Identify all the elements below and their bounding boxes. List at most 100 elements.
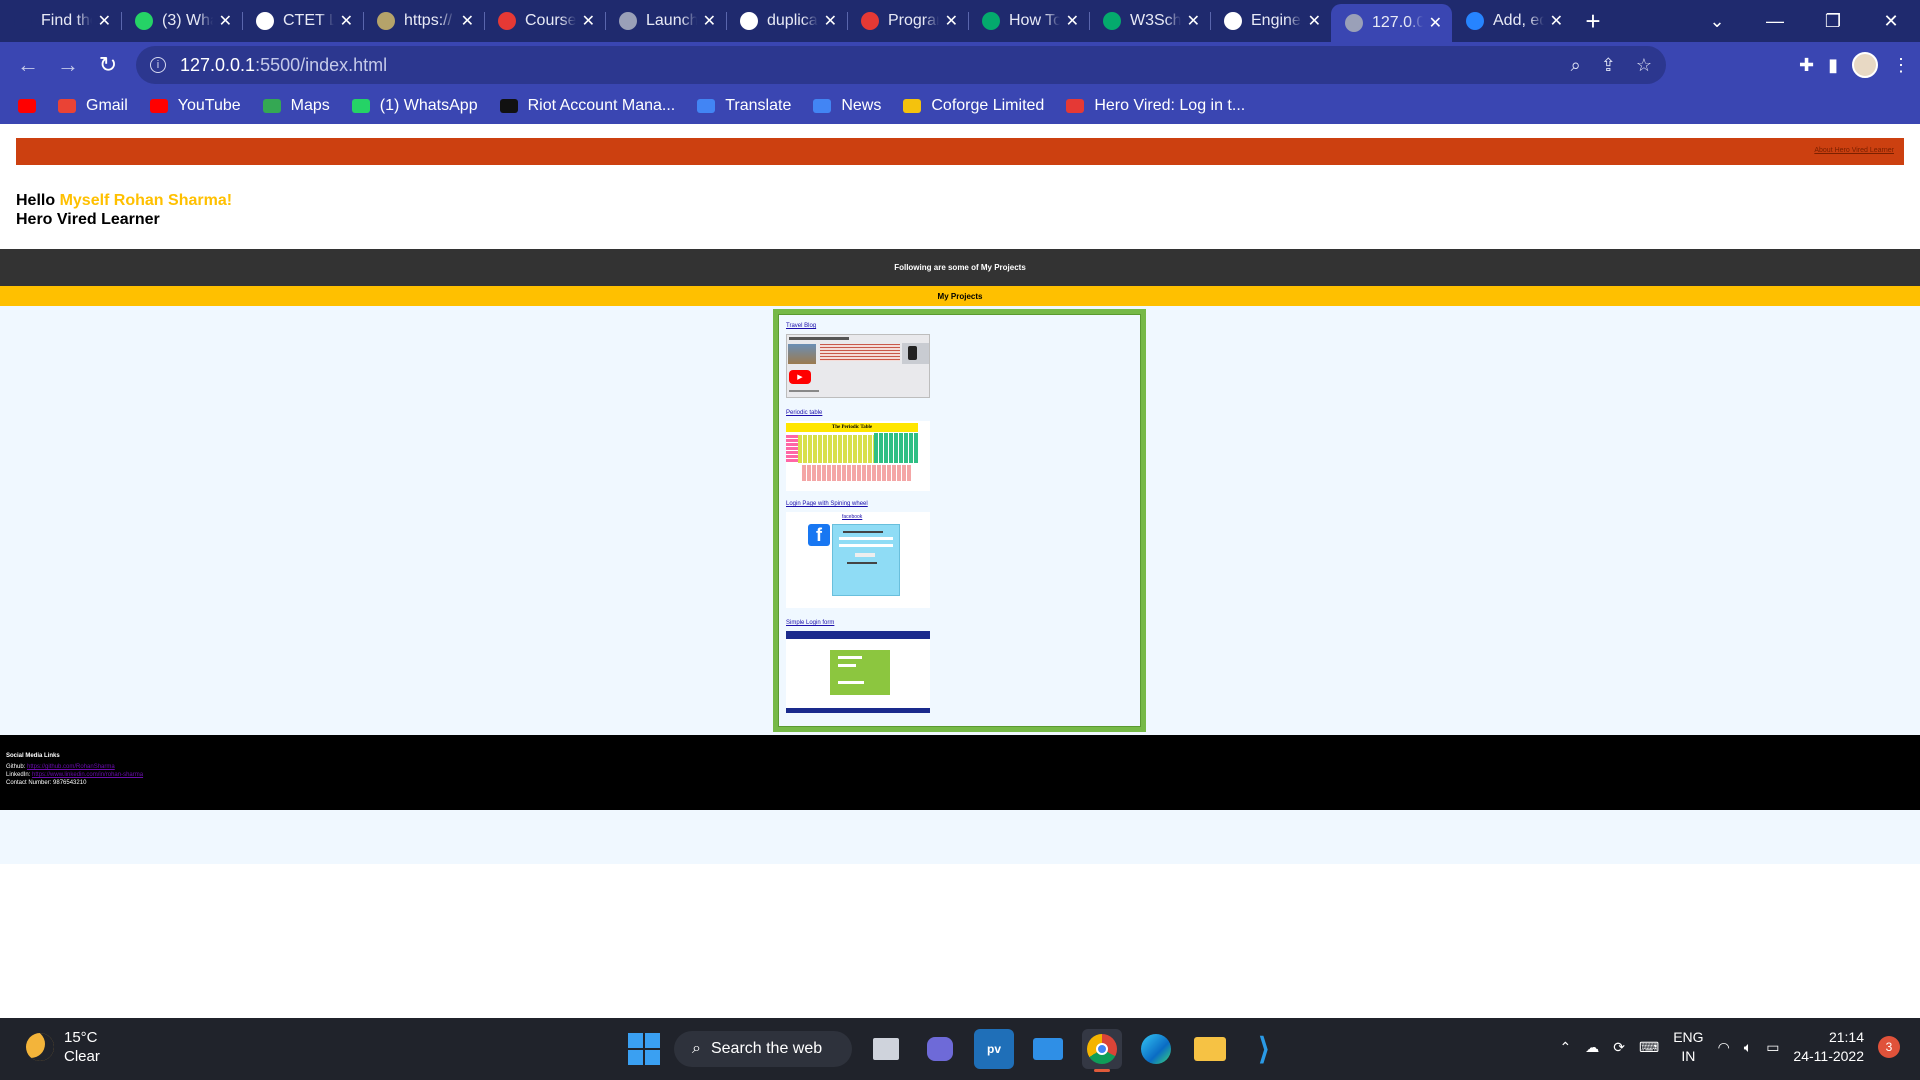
bookmark-item[interactable]: News <box>813 97 881 115</box>
language-indicator[interactable]: ENG IN <box>1673 1028 1703 1066</box>
tab-title: Add, edit <box>1493 12 1544 29</box>
bookmark-item[interactable]: Maps <box>262 97 330 115</box>
browser-tab[interactable]: duplicate ✕ <box>726 0 847 42</box>
gmail-icon <box>58 99 76 113</box>
bookmark-label: Translate <box>725 97 792 114</box>
site-info-icon[interactable]: i <box>150 57 166 73</box>
address-bar[interactable]: i 127.0.0.1:5500/index.html ⌕ ⇪ ☆ <box>136 46 1666 84</box>
close-tab-icon[interactable]: ✕ <box>461 11 474 31</box>
onedrive-icon[interactable]: ☁ <box>1585 1039 1599 1056</box>
weather-widget[interactable]: 15°C Clear <box>26 1028 100 1066</box>
browser-tab[interactable]: Engineer ✕ <box>1210 0 1331 42</box>
about-link[interactable]: About Hero Vired Learner <box>1814 147 1894 154</box>
herovired-icon <box>861 12 879 30</box>
login-spinning-thumbnail[interactable]: facebook f <box>786 512 930 608</box>
zoom-icon[interactable]: ⌕ <box>1571 55 1581 76</box>
share-icon[interactable]: ⇪ <box>1601 55 1616 76</box>
reload-icon[interactable]: ↻ <box>88 45 128 85</box>
close-tab-icon[interactable]: ✕ <box>945 11 958 31</box>
prime-video-icon[interactable]: pv <box>974 1029 1014 1069</box>
close-tab-icon[interactable]: ✕ <box>1187 11 1200 31</box>
contact-number: 9876543210 <box>53 780 87 786</box>
github-link[interactable]: https://github.com/RohanSharma <box>27 764 115 770</box>
thumb-footer <box>786 708 930 713</box>
chevron-up-icon[interactable]: ⌃ <box>1560 1039 1572 1056</box>
browser-tab[interactable]: Program ✕ <box>847 0 968 42</box>
close-tab-icon[interactable]: ✕ <box>824 11 837 31</box>
thumb-text-block <box>820 344 900 361</box>
task-view-icon[interactable] <box>866 1029 906 1069</box>
project-link-simple-login[interactable]: Simple Login form <box>786 620 1135 626</box>
restore-icon[interactable]: ❐ <box>1804 11 1862 32</box>
close-tab-icon[interactable]: ✕ <box>219 11 232 31</box>
youtube-play-icon: ▶ <box>789 370 811 384</box>
back-icon[interactable]: ← <box>8 45 48 85</box>
youtube-icon <box>149 99 168 113</box>
browser-tab[interactable]: Courses ✕ <box>484 0 605 42</box>
close-tab-icon[interactable]: ✕ <box>582 11 595 31</box>
close-tab-icon[interactable]: ✕ <box>1550 11 1563 31</box>
project-link-periodic-table[interactable]: Periodic table <box>786 410 1135 416</box>
keyboard-icon[interactable]: ⌨ <box>1639 1039 1659 1056</box>
browser-tab[interactable]: (3) WhatsApp ✕ <box>121 0 242 42</box>
browser-tab[interactable]: CTET Login ✕ <box>242 0 363 42</box>
simple-login-thumbnail[interactable] <box>786 631 930 713</box>
browser-tab[interactable]: Launch ✕ <box>605 0 726 42</box>
tab-search-icon[interactable]: ⌄ <box>1688 11 1746 32</box>
page-viewport: About Hero Vired Learner Hello Myself Ro… <box>0 129 1920 1018</box>
bookmark-star-icon[interactable]: ☆ <box>1636 55 1652 76</box>
clock-time: 21:14 <box>1828 1029 1864 1045</box>
linkedin-link[interactable]: https://www.linkedin.com/in/rohan-sharma <box>32 772 143 778</box>
wifi-icon[interactable]: ◠ <box>1718 1039 1730 1056</box>
bookmark-item[interactable]: Coforge Limited <box>903 97 1044 115</box>
close-tab-icon[interactable]: ✕ <box>703 11 716 31</box>
extensions-icon[interactable]: ✚ <box>1799 55 1814 76</box>
side-panel-icon[interactable]: ▮ <box>1828 55 1838 76</box>
periodic-table-thumbnail[interactable]: The Periodic Table <box>786 421 930 491</box>
volume-icon[interactable]: 🔈︎ <box>1744 1039 1752 1056</box>
mail-icon[interactable] <box>1028 1029 1068 1069</box>
vscode-icon[interactable]: ⟩ <box>1244 1029 1284 1069</box>
facebook-label: facebook <box>842 514 863 520</box>
clock[interactable]: 21:14 24-11-2022 <box>1793 1028 1864 1066</box>
browser-tab[interactable]: How To ✕ <box>968 0 1089 42</box>
close-tab-icon[interactable]: ✕ <box>1308 11 1321 31</box>
menu-kebab-icon[interactable]: ⋮ <box>1892 55 1910 76</box>
windows-start-icon[interactable] <box>628 1033 660 1065</box>
browser-tab[interactable]: Find the ✕ <box>0 0 121 42</box>
edge-icon[interactable] <box>1136 1029 1176 1069</box>
close-tab-icon[interactable]: ✕ <box>340 11 353 31</box>
tab-title: 127.0.0.1 <box>1372 14 1423 31</box>
minimize-icon[interactable]: — <box>1746 11 1804 32</box>
bookmark-item[interactable]: Riot Account Mana... <box>499 97 675 115</box>
search-icon: ⌕ <box>692 1040 701 1057</box>
bookmark-item[interactable]: (1) WhatsApp <box>351 97 478 115</box>
travel-blog-thumbnail[interactable]: ▶ <box>786 334 930 398</box>
sync-icon[interactable]: ⟳ <box>1613 1039 1625 1056</box>
file-explorer-icon[interactable] <box>1190 1029 1230 1069</box>
close-tab-icon[interactable]: ✕ <box>1066 11 1079 31</box>
close-tab-icon[interactable]: ✕ <box>1429 13 1442 33</box>
chrome-icon[interactable] <box>1082 1029 1122 1072</box>
new-tab-icon[interactable]: + <box>1573 0 1613 42</box>
bookmark-item[interactable]: Translate <box>697 97 791 115</box>
close-tab-icon[interactable]: ✕ <box>98 11 111 31</box>
bookmark-item[interactable]: Hero Vired: Log in t... <box>1066 97 1245 115</box>
notification-badge[interactable]: 3 <box>1878 1036 1900 1058</box>
browser-tab[interactable]: Add, edit ✕ <box>1452 0 1573 42</box>
teams-chat-icon[interactable] <box>920 1029 960 1069</box>
browser-tab[interactable]: 127.0.0.1 ✕ <box>1331 4 1452 42</box>
taskbar-search[interactable]: ⌕ Search the web <box>674 1031 852 1067</box>
hello-prefix: Hello <box>16 192 60 209</box>
avatar[interactable] <box>1852 52 1878 78</box>
forward-icon[interactable]: → <box>48 45 88 85</box>
bookmark-item[interactable]: Gmail <box>58 97 128 115</box>
project-link-travel-blog[interactable]: Travel Blog <box>786 323 1135 329</box>
bookmark-item[interactable] <box>18 99 36 113</box>
browser-tab[interactable]: W3Schools ✕ <box>1089 0 1210 42</box>
bookmark-item[interactable]: YouTube <box>149 97 241 115</box>
project-link-login-spinning[interactable]: Login Page with Spining wheel <box>786 501 1135 507</box>
battery-icon[interactable]: ▭ <box>1766 1039 1779 1056</box>
browser-tab[interactable]: https:// ✕ <box>363 0 484 42</box>
close-window-icon[interactable]: ✕ <box>1862 11 1920 32</box>
